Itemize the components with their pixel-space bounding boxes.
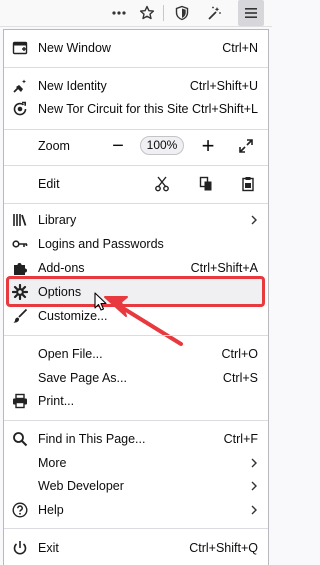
menu-item-label: More	[38, 456, 67, 470]
paintbrush-icon	[12, 308, 28, 324]
menu-item-label: Find in This Page...	[38, 432, 146, 446]
menu-item-label: Save Page As...	[38, 371, 127, 385]
zoom-out-button[interactable]: −	[108, 134, 128, 158]
menu-item-zoom: Zoom − 100% +	[4, 133, 268, 158]
edit-label: Edit	[38, 177, 60, 191]
new-identity-broom-icon	[12, 78, 28, 94]
bookmark-star-icon[interactable]	[134, 0, 160, 26]
menu-separator	[4, 420, 268, 421]
menu-item-shortcut: Ctrl+O	[221, 347, 258, 361]
menu-item-save-page[interactable]: Save Page As... Ctrl+S	[4, 366, 268, 390]
chevron-right-icon	[248, 214, 260, 226]
menu-item-label: Web Developer	[38, 479, 124, 493]
power-icon	[12, 540, 28, 556]
menu-item-shortcut: Ctrl+N	[222, 41, 258, 55]
tor-magic-wand-icon[interactable]	[201, 0, 227, 26]
search-icon	[12, 431, 28, 447]
menu-item-label: Print...	[38, 394, 75, 408]
menu-item-shortcut: Ctrl+S	[222, 371, 258, 385]
menu-item-label: Open File...	[38, 347, 103, 361]
help-icon	[12, 502, 28, 518]
fullscreen-icon[interactable]	[236, 134, 256, 158]
gear-icon	[12, 284, 28, 300]
hamburger-menu-icon[interactable]	[238, 0, 264, 26]
menu-item-label: Exit	[38, 541, 59, 555]
menu-item-shortcut: Ctrl+Shift+U	[189, 79, 258, 93]
menu-item-find[interactable]: Find in This Page... Ctrl+F	[4, 427, 268, 451]
menu-separator	[4, 203, 268, 204]
menu-item-shortcut: Ctrl+Shift+Q	[189, 541, 258, 555]
key-icon	[12, 236, 28, 252]
shield-icon[interactable]	[169, 0, 195, 26]
menu-item-help[interactable]: Help	[4, 498, 268, 522]
menu-item-shortcut: Ctrl+Shift+L	[191, 102, 258, 116]
browser-toolbar	[0, 0, 272, 27]
menu-item-label: Help	[38, 503, 64, 517]
toolbar-divider	[163, 5, 164, 21]
menu-item-new-identity[interactable]: New Identity Ctrl+Shift+U	[4, 74, 268, 98]
library-icon	[12, 212, 28, 228]
tor-circuit-icon	[12, 101, 28, 117]
menu-item-new-window[interactable]: New Window Ctrl+N	[4, 36, 268, 60]
menu-separator	[4, 129, 268, 130]
menu-item-exit[interactable]: Exit Ctrl+Shift+Q	[4, 536, 268, 560]
printer-icon	[12, 393, 28, 409]
menu-item-logins[interactable]: Logins and Passwords	[4, 232, 268, 256]
app-menu-panel: New Window Ctrl+N New Identity Ctrl+Shif…	[3, 29, 269, 565]
cut-icon[interactable]	[152, 172, 172, 196]
menu-item-print[interactable]: Print...	[4, 389, 268, 413]
menu-item-edit: Edit	[4, 172, 268, 196]
zoom-label: Zoom	[38, 139, 70, 153]
copy-icon[interactable]	[196, 172, 216, 196]
chevron-right-icon	[248, 504, 260, 516]
menu-item-web-developer[interactable]: Web Developer	[4, 474, 268, 498]
menu-separator	[4, 165, 268, 166]
menu-item-label: New Tor Circuit for this Site	[38, 102, 189, 116]
new-window-icon	[12, 40, 28, 56]
menu-item-open-file[interactable]: Open File... Ctrl+O	[4, 342, 268, 366]
menu-item-library[interactable]: Library	[4, 208, 268, 232]
menu-separator	[4, 67, 268, 68]
menu-item-label: Options	[38, 285, 82, 299]
chevron-right-icon	[248, 457, 260, 469]
menu-separator	[4, 528, 268, 529]
menu-item-label: Library	[38, 213, 77, 227]
menu-item-label: New Identity	[38, 79, 107, 93]
menu-item-shortcut: Ctrl+F	[223, 432, 258, 446]
menu-item-more[interactable]: More	[4, 451, 268, 475]
menu-item-new-tor-circuit[interactable]: New Tor Circuit for this Site Ctrl+Shift…	[4, 97, 268, 121]
more-tools-icon[interactable]	[106, 0, 132, 26]
paste-icon[interactable]	[238, 172, 258, 196]
menu-item-label: New Window	[38, 41, 111, 55]
puzzle-piece-icon	[12, 260, 28, 276]
menu-item-label: Logins and Passwords	[38, 237, 164, 251]
chevron-right-icon	[248, 480, 260, 492]
zoom-reset-button[interactable]: 100%	[140, 136, 184, 155]
menu-separator	[4, 335, 268, 336]
zoom-in-button[interactable]: +	[198, 133, 218, 158]
